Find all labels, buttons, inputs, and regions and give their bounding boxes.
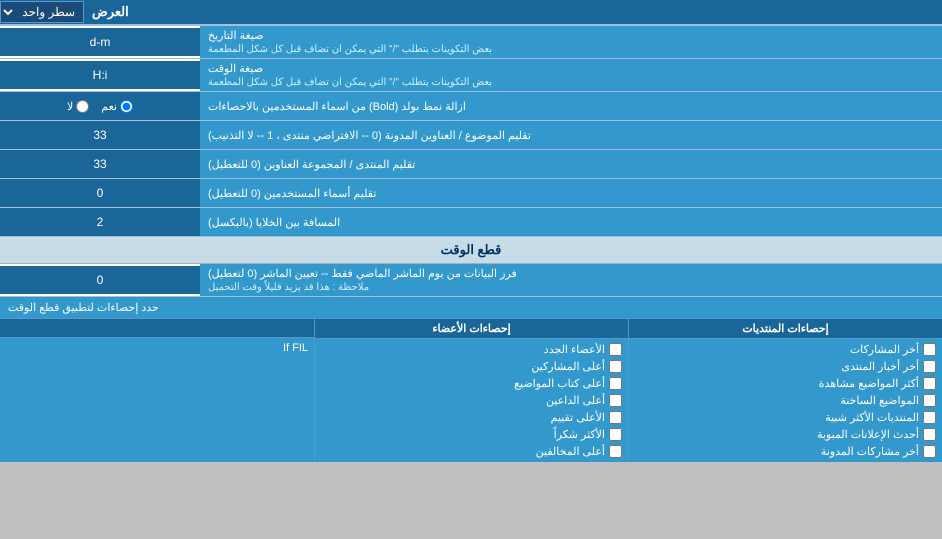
main-container: العرض سطر واحد سطرين ثلاثة أسطر صيغة الت… <box>0 0 942 462</box>
checkbox-mem-0[interactable] <box>609 343 622 356</box>
list-item: المنتديات الأكثر شبية <box>635 409 936 426</box>
stats-col-members: إحصاءات الأعضاء الأعضاء الجدد أعلى المشا… <box>314 319 628 462</box>
checkbox-mem-3[interactable] <box>609 394 622 407</box>
bold-remove-label: ازالة نمط بولد (Bold) من اسماء المستخدمي… <box>200 92 942 120</box>
stats-members-list: الأعضاء الجدد أعلى المشاركين أعلى كتاب ا… <box>315 339 628 462</box>
header-row: العرض سطر واحد سطرين ثلاثة أسطر <box>0 0 942 26</box>
bold-remove-row: ازالة نمط بولد (Bold) من اسماء المستخدمي… <box>0 92 942 121</box>
checkbox-mem-2[interactable] <box>609 377 622 390</box>
checkbox-mem-1[interactable] <box>609 360 622 373</box>
time-format-label: صيغة الوقت بعض التكوينات يتطلب "/" التي … <box>200 59 942 91</box>
list-item: الأعلى تقييم <box>321 409 622 426</box>
time-format-input-container <box>0 61 200 89</box>
list-item: المواضيع الساخنة <box>635 392 936 409</box>
checkbox-post-3[interactable] <box>923 394 936 407</box>
cell-distance-label: المسافة بين الخلايا (بالبكسل) <box>200 208 942 236</box>
radio-no[interactable]: لا <box>67 100 89 113</box>
forum-group-trim-input-container <box>0 150 200 178</box>
list-item: أكثر المواضيع مشاهدة <box>635 375 936 392</box>
list-item: أخر مشاركات المدونة <box>635 443 936 460</box>
list-item: الأكثر شكراً <box>321 426 622 443</box>
time-cut-filter-label: فرز البيانات من يوم الماشر الماضي فقط --… <box>200 264 942 296</box>
forum-group-trim-row: تقليم المنتدى / المجموعة العناوين (0 للت… <box>0 150 942 179</box>
stats-posts-header: إحصاءات المنتديات <box>629 319 942 339</box>
date-format-label: صيغة التاريخ بعض التكوينات يتطلب "/" الت… <box>200 26 942 58</box>
stats-other-header <box>0 319 314 338</box>
limit-label-text: حدد إحصاءات لتطبيق قطع الوقت <box>0 297 942 318</box>
topic-addr-trim-field[interactable] <box>8 128 192 142</box>
checkbox-post-6[interactable] <box>923 445 936 458</box>
stats-col-posts: إحصاءات المنتديات أخر المشاركات أخر أخبا… <box>628 319 942 462</box>
list-item: أعلى المشاركين <box>321 358 622 375</box>
stats-other-content: If FIL <box>0 338 314 358</box>
username-trim-row: تقليم أسماء المستخدمين (0 للتعطيل) <box>0 179 942 208</box>
stats-posts-list: أخر المشاركات أخر أخبار المنتدى أكثر الم… <box>629 339 942 462</box>
time-cut-section-header: قطع الوقت <box>0 237 942 264</box>
checkbox-post-5[interactable] <box>923 428 936 441</box>
list-item: أحدث الإعلانات المبوبة <box>635 426 936 443</box>
topic-addr-trim-label: تقليم الموضوع / العناوين المدونة (0 -- ا… <box>200 121 942 149</box>
cell-distance-field[interactable] <box>8 215 192 229</box>
stats-members-header: إحصاءات الأعضاء <box>315 319 628 339</box>
username-trim-field[interactable] <box>8 186 192 200</box>
checkbox-post-0[interactable] <box>923 343 936 356</box>
checkbox-post-1[interactable] <box>923 360 936 373</box>
time-cut-filter-field[interactable] <box>8 273 192 287</box>
forum-group-trim-label: تقليم المنتدى / المجموعة العناوين (0 للت… <box>200 150 942 178</box>
cell-distance-row: المسافة بين الخلايا (بالبكسل) <box>0 208 942 237</box>
date-format-row: صيغة التاريخ بعض التكوينات يتطلب "/" الت… <box>0 26 942 59</box>
checkbox-post-2[interactable] <box>923 377 936 390</box>
time-cut-filter-input-container <box>0 266 200 294</box>
stats-col-other: If FIL <box>0 319 314 462</box>
checkbox-mem-6[interactable] <box>609 445 622 458</box>
list-item: أعلى الداعين <box>321 392 622 409</box>
forum-group-trim-field[interactable] <box>8 157 192 171</box>
checkbox-mem-4[interactable] <box>609 411 622 424</box>
username-trim-input-container <box>0 179 200 207</box>
limit-label-row: حدد إحصاءات لتطبيق قطع الوقت <box>0 297 942 319</box>
list-item: أعلى كتاب المواضيع <box>321 375 622 392</box>
list-item: أخر أخبار المنتدى <box>635 358 936 375</box>
if-fil-label: If FIL <box>6 340 308 356</box>
time-format-row: صيغة الوقت بعض التكوينات يتطلب "/" التي … <box>0 59 942 92</box>
list-item: الأعضاء الجدد <box>321 341 622 358</box>
bold-remove-options: نعم لا <box>0 92 200 120</box>
topic-addr-trim-row: تقليم الموضوع / العناوين المدونة (0 -- ا… <box>0 121 942 150</box>
checkbox-post-4[interactable] <box>923 411 936 424</box>
radio-yes[interactable]: نعم <box>101 100 133 113</box>
stats-grid: إحصاءات المنتديات أخر المشاركات أخر أخبا… <box>0 319 942 462</box>
time-cut-filter-row: فرز البيانات من يوم الماشر الماضي فقط --… <box>0 264 942 297</box>
time-format-field[interactable] <box>8 68 192 82</box>
date-format-field[interactable] <box>8 35 192 49</box>
list-item: أعلى المخالفين <box>321 443 622 460</box>
stats-section: حدد إحصاءات لتطبيق قطع الوقت إحصاءات الم… <box>0 297 942 462</box>
header-label: العرض <box>92 4 129 20</box>
topic-addr-trim-input-container <box>0 121 200 149</box>
list-item: أخر المشاركات <box>635 341 936 358</box>
display-dropdown[interactable]: سطر واحد سطرين ثلاثة أسطر <box>0 1 84 23</box>
username-trim-label: تقليم أسماء المستخدمين (0 للتعطيل) <box>200 179 942 207</box>
cell-distance-input-container <box>0 208 200 236</box>
checkbox-mem-5[interactable] <box>609 428 622 441</box>
date-format-input-container <box>0 28 200 56</box>
